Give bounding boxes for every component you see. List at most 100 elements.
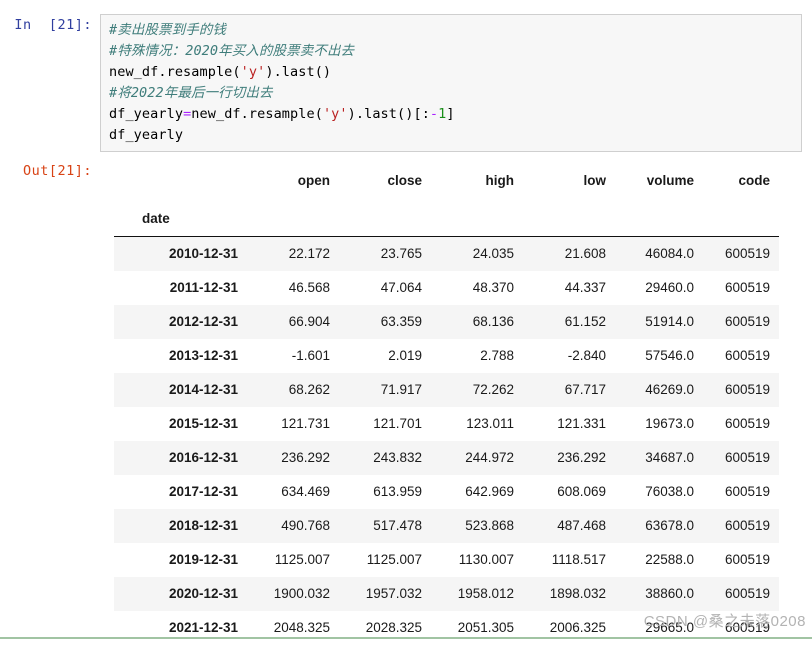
dataframe-output: openclosehighlowvolumecode date 2010-12-…	[100, 160, 779, 645]
code-token-name: ]	[446, 106, 454, 122]
dataframe-header: openclosehighlowvolumecode date	[114, 160, 779, 237]
cell-high: 72.262	[431, 373, 523, 407]
cell-close: 121.701	[339, 407, 431, 441]
index-row-pad-volume	[615, 198, 703, 237]
cell-code: 600519	[703, 339, 779, 373]
row-index-date: 2012-12-31	[114, 305, 247, 339]
row-index-date: 2013-12-31	[114, 339, 247, 373]
cell-high: 642.969	[431, 475, 523, 509]
cell-volume: 34687.0	[615, 441, 703, 475]
input-prompt-label: In [21]:	[0, 14, 100, 36]
cell-code: 600519	[703, 305, 779, 339]
cell-volume: 57546.0	[615, 339, 703, 373]
corner-cell-blank	[114, 160, 247, 198]
cell-low: 121.331	[523, 407, 615, 441]
cell-low: -2.840	[523, 339, 615, 373]
index-row-pad-high	[431, 198, 523, 237]
cell-volume: 22588.0	[615, 543, 703, 577]
cell-code: 600519	[703, 509, 779, 543]
cell-low: 608.069	[523, 475, 615, 509]
cell-open: -1.601	[247, 339, 339, 373]
table-row: 2019-12-311125.0071125.0071130.0071118.5…	[114, 543, 779, 577]
column-header-code: code	[703, 160, 779, 198]
table-row: 2013-12-31-1.6012.0192.788-2.84057546.06…	[114, 339, 779, 373]
code-token-name: new_df.resample(	[191, 106, 323, 122]
row-index-date: 2018-12-31	[114, 509, 247, 543]
code-token-str: 'y'	[323, 106, 348, 122]
cell-code: 600519	[703, 407, 779, 441]
cell-low: 236.292	[523, 441, 615, 475]
code-token-name: df_yearly	[109, 106, 183, 122]
code-line: new_df.resample('y').last()	[109, 62, 795, 83]
cell-code: 600519	[703, 271, 779, 305]
cell-close: 47.064	[339, 271, 431, 305]
table-row: 2018-12-31490.768517.478523.868487.46863…	[114, 509, 779, 543]
column-header-low: low	[523, 160, 615, 198]
cell-code: 600519	[703, 475, 779, 509]
code-token-name: ).last()	[265, 64, 331, 80]
index-name-row: date	[114, 198, 779, 237]
dataframe-table: openclosehighlowvolumecode date 2010-12-…	[114, 160, 779, 645]
cell-low: 61.152	[523, 305, 615, 339]
cell-volume: 76038.0	[615, 475, 703, 509]
table-row: 2016-12-31236.292243.832244.972236.29234…	[114, 441, 779, 475]
cell-volume: 19673.0	[615, 407, 703, 441]
code-line: #特殊情况：2020年买入的股票卖不出去	[109, 41, 795, 62]
cell-code: 600519	[703, 441, 779, 475]
cell-open: 634.469	[247, 475, 339, 509]
row-index-date: 2020-12-31	[114, 577, 247, 611]
table-row: 2012-12-3166.90463.35968.13661.15251914.…	[114, 305, 779, 339]
row-index-date: 2015-12-31	[114, 407, 247, 441]
cell-low: 21.608	[523, 237, 615, 272]
cell-open: 22.172	[247, 237, 339, 272]
cell-high: 24.035	[431, 237, 523, 272]
column-header-close: close	[339, 160, 431, 198]
column-header-row: openclosehighlowvolumecode	[114, 160, 779, 198]
row-index-date: 2021-12-31	[114, 611, 247, 645]
cell-high: 68.136	[431, 305, 523, 339]
cell-low: 67.717	[523, 373, 615, 407]
index-row-pad-low	[523, 198, 615, 237]
code-token-name: ).last()[:	[348, 106, 430, 122]
index-row-pad-open	[247, 198, 339, 237]
table-row: 2015-12-31121.731121.701123.011121.33119…	[114, 407, 779, 441]
cell-volume: 46084.0	[615, 237, 703, 272]
cell-code: 600519	[703, 237, 779, 272]
code-token-str: 'y'	[241, 64, 266, 80]
cell-high: 1958.012	[431, 577, 523, 611]
cell-volume: 63678.0	[615, 509, 703, 543]
cell-high: 48.370	[431, 271, 523, 305]
code-token-comment: #特殊情况：2020年买入的股票卖不出去	[109, 43, 354, 59]
cell-high: 2051.305	[431, 611, 523, 645]
code-token-name: df_yearly	[109, 127, 183, 143]
cell-volume: 51914.0	[615, 305, 703, 339]
table-row: 2017-12-31634.469613.959642.969608.06976…	[114, 475, 779, 509]
output-prompt-label: Out[21]:	[0, 160, 100, 182]
table-row: 2014-12-3168.26271.91772.26267.71746269.…	[114, 373, 779, 407]
table-row: 2010-12-3122.17223.76524.03521.60846084.…	[114, 237, 779, 272]
cell-open: 1900.032	[247, 577, 339, 611]
cell-open: 46.568	[247, 271, 339, 305]
row-index-date: 2014-12-31	[114, 373, 247, 407]
dataframe-body: 2010-12-3122.17223.76524.03521.60846084.…	[114, 237, 779, 645]
cell-close: 2028.325	[339, 611, 431, 645]
table-row: 2021-12-312048.3252028.3252051.3052006.3…	[114, 611, 779, 645]
cell-close: 63.359	[339, 305, 431, 339]
cell-volume: 38860.0	[615, 577, 703, 611]
code-token-comment: #卖出股票到手的钱	[109, 22, 226, 38]
cell-code: 600519	[703, 577, 779, 611]
code-editor[interactable]: #卖出股票到手的钱 #特殊情况：2020年买入的股票卖不出去 new_df.resa…	[100, 14, 802, 152]
code-token-op: -	[430, 106, 438, 122]
row-index-date: 2010-12-31	[114, 237, 247, 272]
code-token-comment: #将2022年最后一行切出去	[109, 85, 273, 101]
cell-high: 2.788	[431, 339, 523, 373]
cell-low: 1898.032	[523, 577, 615, 611]
code-line: df_yearly	[109, 125, 795, 146]
cell-volume: 46269.0	[615, 373, 703, 407]
cell-code: 600519	[703, 543, 779, 577]
cell-open: 490.768	[247, 509, 339, 543]
cell-low: 487.468	[523, 509, 615, 543]
code-line: #将2022年最后一行切出去	[109, 83, 795, 104]
code-line: #卖出股票到手的钱	[109, 20, 795, 41]
cell-low: 44.337	[523, 271, 615, 305]
